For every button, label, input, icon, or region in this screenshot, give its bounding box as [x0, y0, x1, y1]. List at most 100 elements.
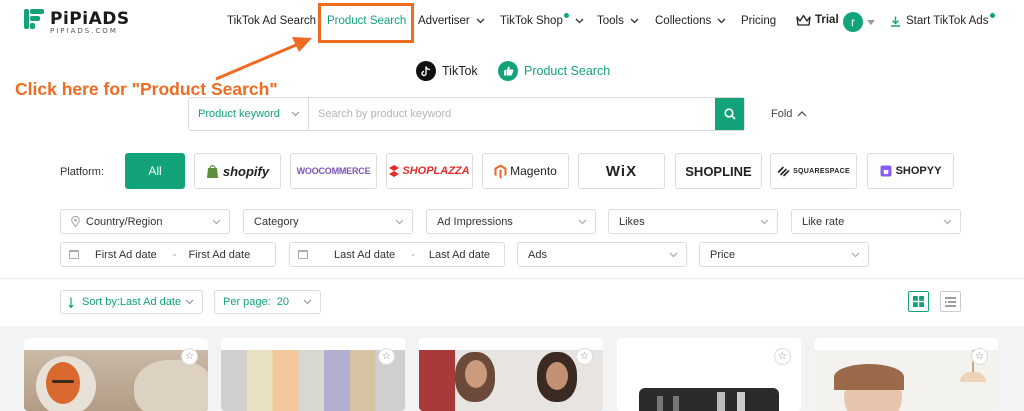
per-page-value: 20 — [276, 296, 289, 308]
sort-label: Sort by:Last Ad date — [82, 296, 182, 308]
calendar-icon — [69, 250, 79, 259]
date-separator: - — [411, 248, 415, 261]
search-icon — [723, 108, 736, 120]
chevron-down-icon — [943, 219, 952, 224]
product-card[interactable]: ☆ — [221, 338, 405, 411]
platform-woocommerce-label: WOOCOMMERCE — [296, 166, 371, 176]
platform-all[interactable]: All — [125, 153, 185, 189]
sort-select[interactable]: Sort by:Last Ad date — [60, 290, 203, 314]
chevron-down-icon — [212, 219, 221, 224]
filter-like-rate[interactable]: Like rate — [791, 209, 961, 234]
section-divider — [0, 278, 1024, 279]
favorite-star-icon[interactable]: ☆ — [181, 348, 198, 365]
source-product-search[interactable]: Product Search — [498, 61, 610, 81]
date-separator: - — [172, 248, 177, 261]
product-card[interactable]: ☆ — [814, 338, 998, 411]
filter-ad-impressions-label: Ad Impressions — [437, 215, 513, 228]
chevron-down-icon — [185, 299, 194, 305]
grid-icon — [913, 296, 924, 307]
grid-view-button[interactable] — [908, 291, 929, 312]
per-page-select[interactable]: Per page: 20 — [214, 290, 321, 314]
filter-first-ad-date[interactable]: First Ad date - First Ad date — [60, 242, 276, 267]
product-thumbnail[interactable] — [814, 350, 998, 411]
product-card[interactable]: ☆ — [24, 338, 208, 411]
platform-woocommerce[interactable]: WOOCOMMERCE — [290, 153, 377, 189]
location-pin-icon — [71, 216, 80, 227]
chevron-down-icon — [760, 219, 769, 224]
favorite-star-icon[interactable]: ☆ — [576, 348, 593, 365]
platform-label: Platform: — [60, 166, 105, 178]
tiktok-icon — [416, 61, 436, 81]
product-thumbnail[interactable] — [24, 350, 208, 411]
filter-ads[interactable]: Ads — [517, 242, 687, 267]
filter-ad-impressions[interactable]: Ad Impressions — [426, 209, 596, 234]
fold-toggle[interactable]: Fold — [771, 108, 807, 120]
search-bar: Product keyword — [188, 97, 745, 131]
thumbs-up-icon — [498, 61, 518, 81]
shopify-bag-icon — [206, 164, 218, 178]
chevron-down-icon — [395, 219, 404, 224]
filter-like-rate-label: Like rate — [802, 215, 845, 228]
platform-wix-label: WiX — [605, 162, 638, 180]
platform-shoplazza-label: SHOPLAZZA — [402, 165, 470, 177]
platform-shopline-label: SHOPLINE — [685, 163, 752, 179]
product-card[interactable]: ☆ — [617, 338, 801, 411]
squarespace-icon — [777, 166, 790, 176]
favorite-star-icon[interactable]: ☆ — [774, 348, 791, 365]
filter-price[interactable]: Price — [699, 242, 869, 267]
filter-country-region[interactable]: Country/Region — [60, 209, 230, 234]
platform-magento[interactable]: Magento — [482, 153, 569, 189]
list-view-button[interactable] — [940, 291, 961, 312]
platform-squarespace[interactable]: SQUARESPACE — [770, 153, 857, 189]
platform-shopline[interactable]: SHOPLINE — [675, 153, 762, 189]
first-ad-date-to: First Ad date — [188, 248, 251, 261]
source-tiktok-label: TikTok — [442, 64, 478, 78]
last-ad-date-to: Last Ad date — [428, 248, 491, 261]
chevron-up-icon — [797, 111, 807, 117]
platform-shopyy-label: SHOPYY — [895, 165, 942, 177]
magento-icon — [494, 164, 507, 178]
product-thumbnail[interactable] — [221, 350, 405, 411]
last-ad-date-from: Last Ad date — [334, 248, 396, 261]
platform-shopyy[interactable]: SHOPYY — [867, 153, 954, 189]
filter-ads-label: Ads — [528, 248, 547, 261]
shopyy-icon — [880, 165, 892, 177]
first-ad-date-from: First Ad date — [95, 248, 157, 261]
platform-all-label: All — [148, 164, 162, 178]
favorite-star-icon[interactable]: ☆ — [378, 348, 395, 365]
chevron-down-icon — [578, 219, 587, 224]
list-icon — [945, 296, 956, 307]
source-tiktok[interactable]: TikTok — [416, 61, 478, 81]
platform-shopify[interactable]: shopify — [194, 153, 281, 189]
search-type-value: Product keyword — [198, 108, 280, 120]
source-product-search-label: Product Search — [524, 64, 611, 78]
filter-last-ad-date[interactable]: Last Ad date - Last Ad date — [289, 242, 505, 267]
filter-category-label: Category — [254, 215, 299, 228]
chevron-down-icon — [291, 111, 300, 117]
fold-label: Fold — [771, 108, 793, 120]
filter-category[interactable]: Category — [243, 209, 413, 234]
search-input[interactable] — [309, 98, 715, 130]
filter-country-label: Country/Region — [86, 215, 163, 228]
product-card[interactable]: ☆ — [419, 338, 603, 411]
chevron-down-icon — [669, 252, 678, 257]
chevron-down-icon — [851, 252, 860, 257]
favorite-star-icon[interactable]: ☆ — [971, 348, 988, 365]
shoplazza-icon — [389, 165, 400, 177]
filter-price-label: Price — [710, 248, 736, 261]
chevron-down-icon — [303, 299, 312, 305]
search-button[interactable] — [715, 98, 744, 130]
filter-likes[interactable]: Likes — [608, 209, 778, 234]
platform-magento-label: Magento — [510, 164, 557, 178]
calendar-icon — [298, 250, 308, 259]
product-thumbnail[interactable] — [617, 350, 801, 411]
platform-shopify-label: shopify — [222, 163, 270, 179]
per-page-label: Per page: — [223, 296, 271, 308]
filter-likes-label: Likes — [619, 215, 645, 228]
product-thumbnail[interactable] — [419, 350, 603, 411]
sort-down-icon — [69, 297, 74, 308]
platform-wix[interactable]: WiX — [578, 153, 665, 189]
platform-shoplazza[interactable]: SHOPLAZZA — [386, 153, 473, 189]
search-type-select[interactable]: Product keyword — [189, 98, 309, 130]
platform-squarespace-label: SQUARESPACE — [793, 167, 850, 175]
